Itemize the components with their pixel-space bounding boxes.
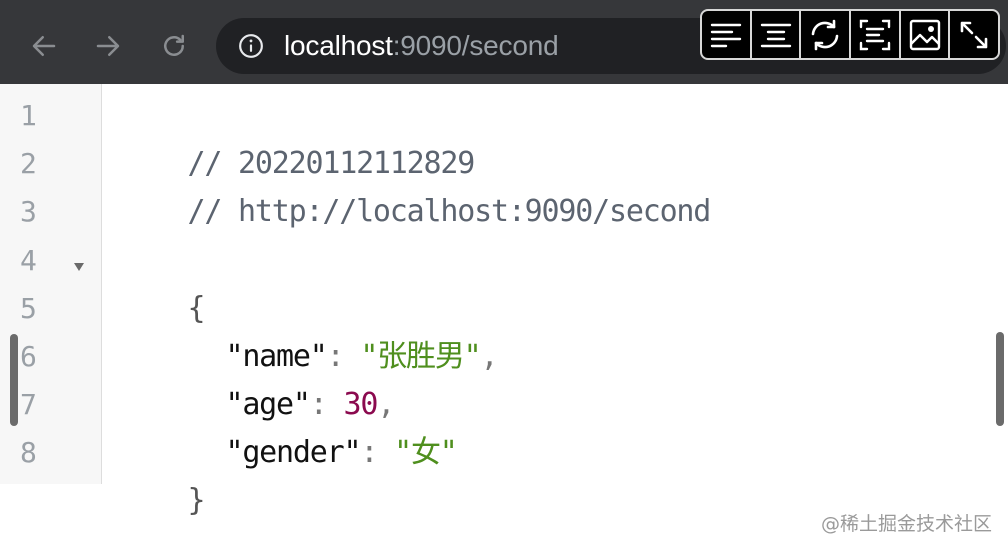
line-number: 4: [20, 244, 37, 277]
json-field-name: "name": "张胜男",: [158, 285, 498, 374]
json-viewer: 1 2 3 4 5 6 7 8 // 20220112112829 // htt…: [0, 84, 1008, 518]
refresh-button[interactable]: [801, 11, 852, 58]
align-center-button[interactable]: [752, 11, 802, 58]
horizontal-scrollbar-thumb[interactable]: [10, 334, 18, 426]
url-text: localhost:9090/second: [284, 30, 559, 62]
json-field-age: "age": 30,: [158, 333, 395, 422]
image-icon: [909, 19, 940, 50]
refresh-icon: [811, 19, 839, 50]
align-left-button[interactable]: [702, 11, 752, 58]
line-number: 7: [20, 388, 37, 421]
code-line-open-brace: {: [120, 237, 205, 326]
align-center-icon: [760, 23, 791, 47]
line-number: 3: [20, 195, 37, 228]
code-line-comment-url: // http://localhost:9090/second: [120, 140, 711, 229]
forward-button[interactable]: [86, 24, 130, 68]
browser-toolbar: localhost:9090/second: [0, 0, 1008, 84]
code-line-close-brace: }: [120, 429, 205, 518]
comment-url: // http://localhost:9090/second: [187, 194, 711, 229]
code-line-comment-date: // 20220112112829: [120, 92, 475, 181]
line-number: 8: [20, 436, 37, 469]
json-comma: ,: [480, 339, 498, 374]
back-button[interactable]: [22, 24, 66, 68]
watermark: @稀土掘金技术社区: [820, 513, 992, 535]
url-host: localhost: [284, 30, 393, 61]
info-icon[interactable]: [238, 33, 264, 59]
vertical-scrollbar-thumb[interactable]: [996, 332, 1004, 426]
line-number: 2: [20, 147, 37, 180]
image-button[interactable]: [901, 11, 951, 58]
extension-action-bar: [700, 9, 1000, 60]
expand-button[interactable]: [950, 11, 998, 58]
json-key: "gender": [225, 435, 361, 470]
reload-icon: [164, 34, 184, 56]
scan-text-icon: [859, 19, 891, 50]
line-number: 6: [20, 340, 37, 373]
line-number: 5: [20, 292, 37, 325]
reload-button[interactable]: [152, 24, 196, 68]
url-path: :9090/second: [392, 30, 559, 61]
fold-toggle-icon[interactable]: [72, 260, 86, 274]
line-number: 1: [20, 99, 37, 132]
forward-arrow-icon: [96, 36, 120, 56]
align-left-icon: [710, 23, 742, 47]
scan-text-button[interactable]: [851, 11, 901, 58]
back-arrow-icon: [32, 36, 56, 56]
expand-icon: [960, 21, 988, 48]
close-brace: }: [187, 483, 205, 518]
json-field-gender: "gender": "女": [158, 381, 457, 470]
json-colon: :: [360, 435, 395, 470]
json-string-value: "女": [394, 435, 458, 470]
